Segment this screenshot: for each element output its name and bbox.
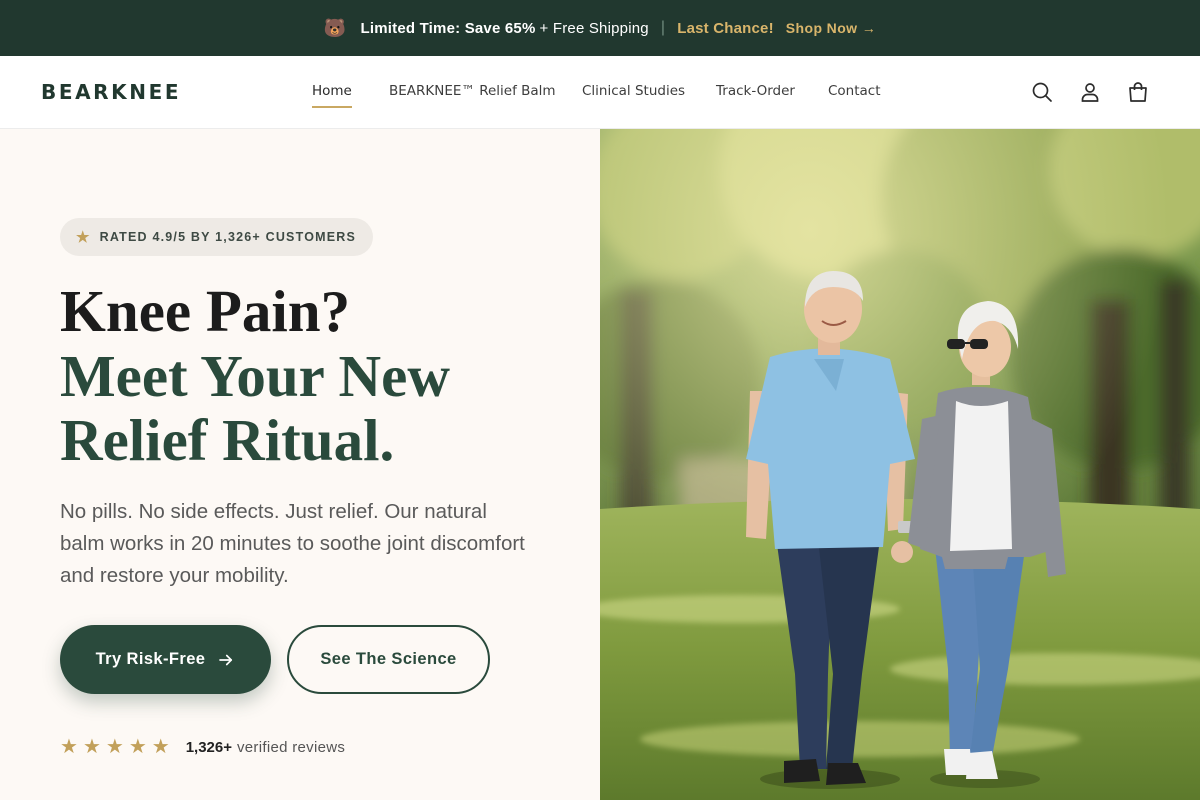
account-icon[interactable] — [1078, 80, 1102, 104]
try-risk-free-button[interactable]: Try Risk-Free — [60, 625, 271, 694]
bear-icon: 🐻 — [323, 17, 347, 38]
announcement-bar: 🐻 Limited Time: Save 65% + Free Shipping… — [0, 0, 1200, 56]
cart-icon[interactable] — [1126, 80, 1150, 104]
hero-image — [600, 129, 1200, 800]
see-the-science-button[interactable]: See The Science — [287, 625, 490, 694]
review-stars: ★ ★ ★ ★ ★ — [60, 737, 170, 757]
site-header: BEARKNEE Home BEARKNEE™ Relief Balm Clin… — [0, 56, 1200, 129]
main-nav: Home BEARKNEE™ Relief Balm Clinical Stud… — [0, 56, 1200, 128]
arrow-right-icon — [219, 654, 233, 665]
rating-badge: ★ RATED 4.9/5 BY 1,326+ CUSTOMERS — [60, 218, 374, 256]
headline-line-3: Relief Ritual. — [60, 407, 395, 473]
announcement-separator: | — [660, 19, 666, 36]
nav-item-contact[interactable]: Contact — [828, 83, 881, 106]
star-icon: ★ — [60, 736, 78, 758]
announcement-offer: Limited Time: Save 65% — [360, 19, 536, 37]
review-summary: ★ ★ ★ ★ ★ 1,326+ verified reviews — [60, 735, 345, 759]
hero-headline: Knee Pain? Meet Your New Relief Ritual. — [60, 279, 580, 473]
announcement-shipping: + Free Shipping — [539, 19, 649, 37]
star-icon: ★ — [105, 736, 124, 758]
try-risk-free-label: Try Risk-Free — [95, 650, 206, 668]
review-label: verified reviews — [236, 738, 346, 756]
nav-item-relief-balm[interactable]: BEARKNEE™ Relief Balm — [389, 83, 556, 106]
star-icon: ★ — [76, 229, 91, 246]
star-icon: ★ — [128, 736, 147, 758]
announcement-last-chance: Last Chance! — [677, 19, 774, 37]
shop-now-link[interactable]: Shop Now → — [786, 20, 876, 36]
nav-item-clinical-studies[interactable]: Clinical Studies — [582, 83, 685, 106]
see-the-science-label: See The Science — [320, 650, 457, 668]
rating-badge-text: RATED 4.9/5 BY 1,326+ CUSTOMERS — [99, 230, 357, 244]
star-icon: ★ — [151, 736, 170, 758]
headline-line-2: Meet Your New — [60, 342, 450, 409]
nav-item-home[interactable]: Home — [312, 83, 352, 108]
headline-line-1: Knee Pain? — [60, 278, 351, 344]
nav-item-track-order[interactable]: Track-Order — [716, 83, 795, 106]
star-icon: ★ — [82, 736, 101, 758]
hero-subtext: No pills. No side effects. Just relief. … — [60, 500, 525, 587]
hero-content: ★ RATED 4.9/5 BY 1,326+ CUSTOMERS Knee P… — [0, 129, 600, 800]
search-icon[interactable] — [1030, 80, 1054, 104]
review-count: 1,326+ — [185, 738, 232, 756]
